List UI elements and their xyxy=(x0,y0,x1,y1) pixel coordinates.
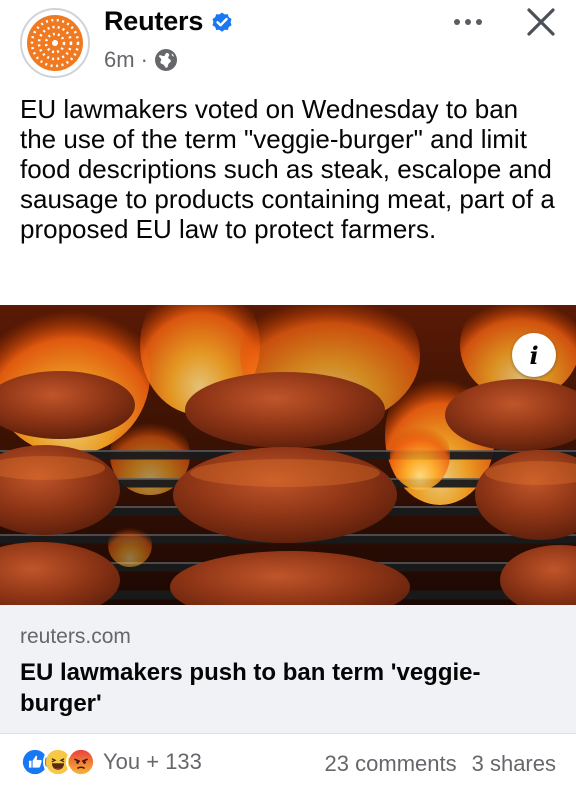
close-icon xyxy=(527,8,555,36)
comments-count[interactable]: 23 comments xyxy=(325,751,457,777)
reuters-logo-icon xyxy=(27,15,83,71)
reuters-avatar[interactable] xyxy=(20,8,90,78)
info-button[interactable]: i xyxy=(512,333,556,377)
post-header: Reuters 6m · xyxy=(0,0,576,86)
author-row: Reuters xyxy=(104,6,234,37)
engagement-bar: You + 133 23 comments 3 shares xyxy=(0,734,576,800)
close-button[interactable] xyxy=(523,4,559,40)
info-icon: i xyxy=(529,340,539,370)
meta-separator: · xyxy=(140,47,148,72)
reactors-count: You + 133 xyxy=(103,749,202,774)
post-text: EU lawmakers voted on Wednesday to ban t… xyxy=(20,94,555,244)
engagement-stats: 23 comments 3 shares xyxy=(325,751,556,777)
angry-icon xyxy=(66,747,96,777)
globe-icon xyxy=(154,49,177,71)
more-dot xyxy=(454,19,460,25)
post-meta: 6m · xyxy=(104,47,178,73)
verified-badge-icon xyxy=(212,12,232,32)
link-preview[interactable]: reuters.com EU lawmakers push to ban ter… xyxy=(0,605,576,734)
author-name[interactable]: Reuters xyxy=(104,6,203,37)
post-time[interactable]: 6m xyxy=(104,47,135,73)
burgers-on-grill-image xyxy=(0,305,576,605)
link-domain: reuters.com xyxy=(20,625,131,648)
more-dot xyxy=(476,19,482,25)
more-options-button[interactable] xyxy=(447,8,489,36)
link-image[interactable]: i xyxy=(0,305,576,605)
more-dot xyxy=(465,19,471,25)
reactions-summary[interactable]: You + 133 xyxy=(20,747,202,777)
link-title: EU lawmakers push to ban term 'veggie-bu… xyxy=(20,659,481,717)
shares-count[interactable]: 3 shares xyxy=(472,751,556,777)
